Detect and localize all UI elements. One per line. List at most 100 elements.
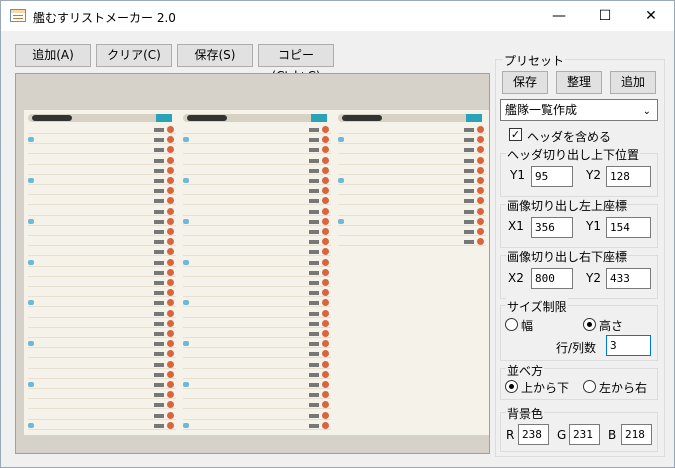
preview-row [28, 380, 176, 389]
size-limit-label: サイズ制限 [506, 298, 568, 315]
preview-row [28, 156, 176, 165]
preview-row [183, 166, 331, 175]
include-header-checkbox[interactable]: ✓ [509, 128, 522, 141]
preview-row [183, 421, 331, 430]
preview-row [183, 400, 331, 410]
left-to-right-radio[interactable] [583, 380, 596, 393]
preview-row [28, 288, 176, 298]
preview-row [28, 176, 176, 185]
b-input[interactable]: 218 [621, 424, 652, 445]
top-to-bottom-radio[interactable] [505, 380, 518, 393]
arrange-label: 並べ方 [506, 362, 545, 379]
preview-row [183, 360, 331, 369]
chevron-down-icon: ⌄ [642, 106, 651, 117]
preview-row [28, 309, 176, 318]
g-input[interactable]: 231 [569, 424, 600, 445]
height-radio[interactable] [583, 318, 596, 331]
preview-row [183, 227, 331, 236]
preview-column [183, 114, 335, 430]
crop-x1-input[interactable]: 356 [531, 217, 573, 238]
preview-row [28, 298, 176, 308]
preview-panel[interactable] [15, 73, 490, 454]
preview-row [28, 227, 176, 236]
preview-row [183, 237, 331, 247]
preset-add-button[interactable]: 追加 [610, 71, 656, 94]
clear-button[interactable]: クリア(C) [96, 44, 172, 67]
preview-row [28, 125, 176, 134]
header-y2-label: Y2 [586, 168, 601, 182]
preview-row [28, 400, 176, 410]
preview-row [183, 156, 331, 165]
preview-row [338, 135, 486, 145]
preview-row [338, 186, 486, 196]
header-crop-label: ヘッダ切り出し上下位置 [506, 146, 641, 163]
preview-row [183, 207, 331, 216]
copy-button[interactable]: コピー(Ctrl+C) [258, 44, 334, 83]
add-button[interactable]: 追加(A) [15, 44, 91, 67]
preview-row [28, 196, 176, 206]
r-input[interactable]: 238 [518, 424, 549, 445]
preset-select-value: 艦隊一覧作成 [505, 103, 578, 117]
width-radio[interactable] [505, 318, 518, 331]
crop-y1-label: Y1 [586, 219, 601, 233]
app-window: 艦むすリストメーカー 2.0 — ☐ ✕ 追加(A) クリア(C) 保存(S) … [0, 0, 675, 468]
preview-row [338, 145, 486, 155]
preview-row [28, 278, 176, 287]
preview-row [183, 145, 331, 155]
top-to-bottom-label: 上から下 [521, 381, 570, 395]
preview-row [183, 339, 331, 349]
preview-row [338, 156, 486, 165]
preview-row [338, 217, 486, 226]
close-button[interactable]: ✕ [628, 1, 674, 31]
window-title: 艦むすリストメーカー 2.0 [33, 11, 176, 25]
crop-y2-label: Y2 [586, 271, 601, 285]
preview-row [183, 247, 331, 257]
preview-row [183, 176, 331, 185]
preview-column [338, 114, 489, 430]
rows-input[interactable]: 3 [606, 335, 651, 356]
preview-row [28, 360, 176, 369]
preview-row [338, 237, 486, 247]
preview-row [28, 207, 176, 216]
preview-row [28, 370, 176, 379]
preview-row [183, 309, 331, 318]
preview-row [183, 329, 331, 338]
maximize-button[interactable]: ☐ [582, 1, 628, 31]
header-y2-input[interactable]: 128 [606, 166, 651, 187]
left-to-right-label: 左から右 [599, 381, 648, 395]
preview-row [338, 207, 486, 216]
crop-x1-label: X1 [508, 219, 524, 233]
preset-organize-button[interactable]: 整理 [556, 71, 602, 94]
minimize-button[interactable]: — [536, 1, 582, 31]
r-label: R [506, 428, 515, 442]
preview-row [183, 196, 331, 206]
crop-y1-input[interactable]: 154 [606, 217, 651, 238]
preview-row [28, 411, 176, 420]
preview-row [183, 135, 331, 145]
preview-row [183, 319, 331, 328]
preview-row [183, 390, 331, 400]
preview-row [28, 421, 176, 430]
crop-y2-input[interactable]: 433 [606, 268, 651, 289]
preview-row [183, 186, 331, 196]
preview-row [28, 166, 176, 175]
crop-x2-input[interactable]: 800 [531, 268, 573, 289]
preset-save-button[interactable]: 保存 [502, 71, 548, 94]
crop-top-left-label: 画像切り出し左上座標 [506, 197, 629, 214]
title-bar: 艦むすリストメーカー 2.0 — ☐ ✕ [1, 1, 674, 31]
rows-label: 行/列数 [556, 341, 597, 355]
preview-row [28, 390, 176, 400]
crop-x2-label: X2 [508, 271, 524, 285]
preview-row [28, 135, 176, 145]
background-label: 背景色 [506, 405, 545, 422]
header-y1-label: Y1 [510, 168, 525, 182]
preview-row [28, 247, 176, 257]
preview-row [183, 349, 331, 359]
header-y1-input[interactable]: 95 [531, 166, 573, 187]
preview-row [28, 268, 176, 277]
preset-select[interactable]: 艦隊一覧作成 ⌄ [500, 99, 658, 121]
preview-row [183, 268, 331, 277]
preview-row [338, 196, 486, 206]
save-button[interactable]: 保存(S) [177, 44, 253, 67]
height-label: 高さ [599, 319, 624, 333]
